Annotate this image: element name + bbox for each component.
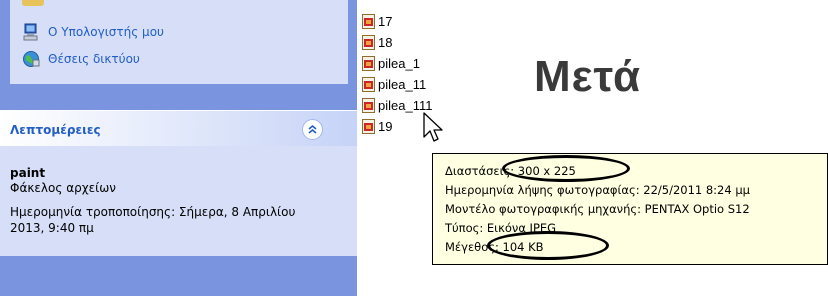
image-file-icon <box>362 119 375 134</box>
image-file-icon <box>362 77 375 92</box>
tooltip-date-taken: Ημερομηνία λήψης φωτογραφίας: 22/5/2011 … <box>445 183 750 197</box>
details-panel-title: Λεπτομέρειες <box>10 123 101 137</box>
details-panel-body: paint Φάκελος αρχείων Ημερομηνία τροποπο… <box>0 146 357 256</box>
file-name: 18 <box>378 35 393 50</box>
place-network[interactable]: Θέσεις δικτύου <box>22 49 140 69</box>
file-item[interactable]: pilea_11 <box>362 74 432 95</box>
file-info-tooltip: Διαστάσεις: 300 x 225 Ημερομηνία λήψης φ… <box>432 153 828 265</box>
my-computer-icon <box>23 23 38 41</box>
file-item[interactable]: 17 <box>362 11 432 32</box>
double-chevron-up-icon <box>308 124 317 134</box>
file-name: pilea_11 <box>378 77 427 92</box>
image-file-icon <box>362 98 375 113</box>
place-my-computer[interactable]: Ο Υπολογιστής μου <box>22 22 164 42</box>
other-places-panel: Ο Υπολογιστής μου Θέσεις δικτύου <box>10 0 348 84</box>
image-file-icon <box>362 35 375 50</box>
caption-after: Μετά <box>534 52 641 101</box>
mouse-pointer-icon <box>423 112 443 142</box>
file-item[interactable]: 18 <box>362 32 432 53</box>
file-name: 17 <box>378 14 393 29</box>
task-pane: Ο Υπολογιστής μου Θέσεις δικτύου Λεπτομέ… <box>0 0 357 296</box>
collapse-details-button[interactable] <box>302 119 323 140</box>
place-my-computer-label: Ο Υπολογιστής μου <box>48 25 164 39</box>
file-name: pilea_1 <box>378 56 420 71</box>
tooltip-dimensions: Διαστάσεις: 300 x 225 <box>445 164 576 178</box>
file-name: pilea_111 <box>378 98 433 113</box>
file-item[interactable]: 19 <box>362 116 432 137</box>
file-item[interactable]: pilea_1 <box>362 53 432 74</box>
tooltip-camera-model: Μοντέλο φωτογραφικής μηχανής: PENTAX Opt… <box>445 202 750 216</box>
tooltip-size: Μέγεθος: 104 KB <box>445 240 544 254</box>
file-list: 17 18 pilea_1 pilea_11 pilea_111 19 <box>362 11 432 137</box>
tooltip-type: Τύπος: Εικόνα JPEG <box>445 221 557 235</box>
details-item-name: paint <box>10 166 46 180</box>
network-places-icon <box>23 51 40 67</box>
details-panel-header[interactable]: Λεπτομέρειες <box>0 110 357 146</box>
details-item-type: Φάκελος αρχείων <box>10 181 116 195</box>
file-item[interactable]: pilea_111 <box>362 95 432 116</box>
image-file-icon <box>362 56 375 71</box>
place-network-label: Θέσεις δικτύου <box>48 52 140 66</box>
folder-icon <box>22 0 44 6</box>
details-modified-date: Ημερομηνία τροποποίησης: Σήμερα, 8 Απριλ… <box>10 205 296 235</box>
file-name: 19 <box>378 119 393 134</box>
image-file-icon <box>362 14 375 29</box>
